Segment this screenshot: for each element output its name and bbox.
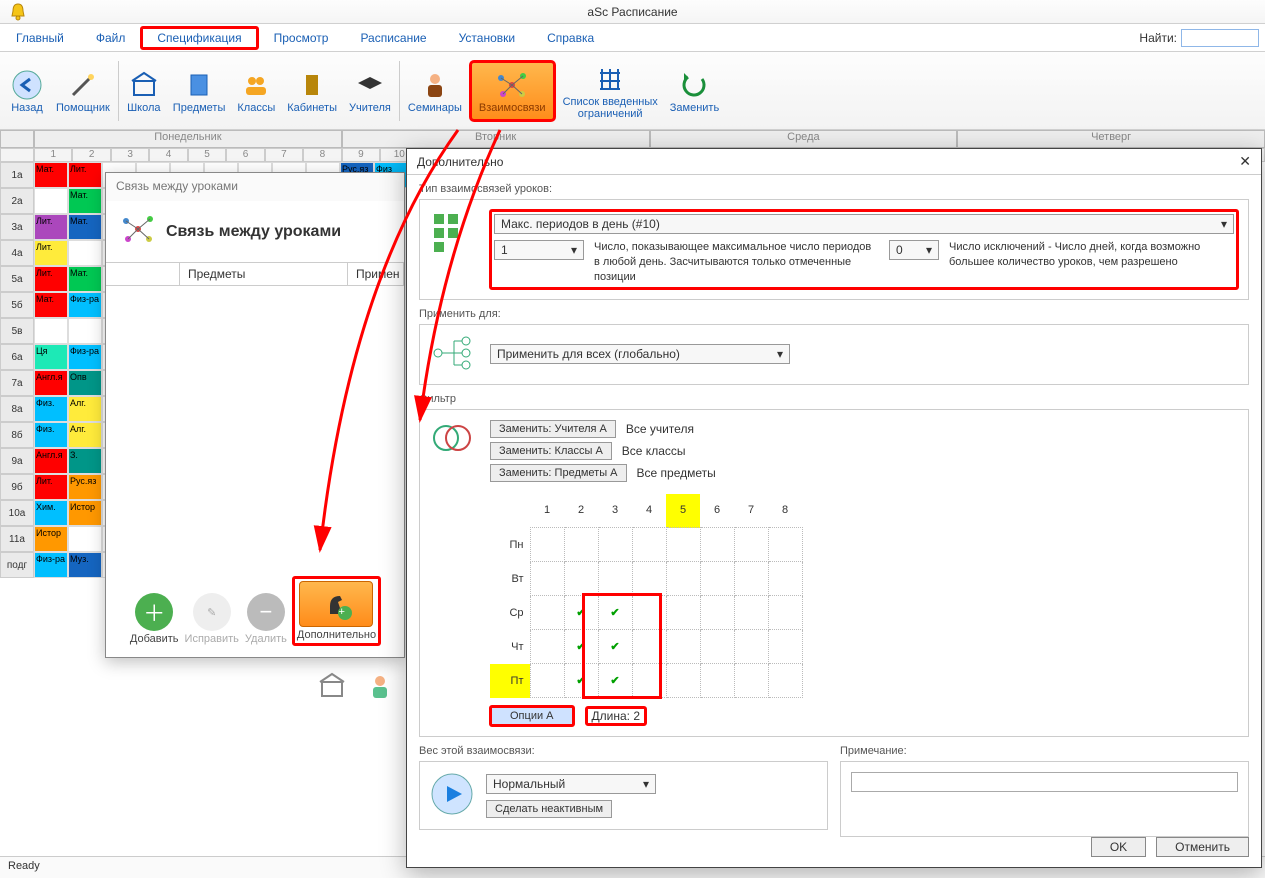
note-label: Примечание: (840, 745, 1249, 757)
find-box: Найти: (1139, 29, 1265, 47)
day-thu: Четверг (957, 130, 1265, 148)
wand-icon (66, 68, 100, 102)
back-icon (10, 68, 44, 102)
menu-main[interactable]: Главный (0, 27, 80, 49)
chevron-down-icon: ▾ (926, 243, 932, 257)
note-input[interactable] (851, 772, 1238, 792)
cancel-button[interactable]: Отменить (1156, 837, 1249, 857)
toolbar-constraints[interactable]: Список введенных ограничений (559, 60, 662, 122)
hat-icon (353, 68, 387, 102)
bell-icon (8, 2, 28, 25)
menu-specification[interactable]: Спецификация (141, 27, 257, 49)
deactivate-button[interactable]: Сделать неактивным (486, 800, 612, 818)
grid-icon (593, 62, 627, 96)
toolbar: Назад Помощник Школа Предметы Классы Каб… (0, 52, 1265, 130)
col-subjects[interactable]: Предметы (180, 263, 348, 285)
toolbar-back[interactable]: Назад (6, 66, 48, 116)
day-mon: Понедельник (34, 130, 342, 148)
toolbar-rooms[interactable]: Кабинеты (283, 66, 341, 116)
advanced-dialog: Дополнительно ✕ Тип взаимосвязей уроков:… (406, 148, 1262, 868)
day-tue: Вторник (342, 130, 650, 148)
close-icon[interactable]: ✕ (1239, 153, 1251, 170)
book-icon (182, 68, 216, 102)
toolbar-assistant[interactable]: Помощник (52, 66, 114, 116)
toolbar-classes[interactable]: Классы (233, 66, 279, 116)
length-label: Длина: (592, 709, 630, 723)
filter-label: Фильтр (419, 393, 1249, 405)
building-icon (127, 68, 161, 102)
menubar: Главный Файл Спецификация Просмотр Распи… (0, 24, 1265, 52)
person-icon[interactable] (366, 672, 394, 703)
play-icon[interactable] (430, 772, 474, 819)
chevron-down-icon: ▾ (571, 243, 577, 257)
relations-window-title: Связь между уроками (106, 173, 404, 201)
titlebar: aSc Расписание (0, 0, 1265, 24)
app-title: aSc Расписание (587, 5, 677, 19)
find-input[interactable] (1181, 29, 1259, 47)
day-header-row: Понедельник Вторник Среда Четверг (0, 130, 1265, 148)
tree-icon (430, 335, 478, 374)
num-dropdown[interactable]: 1▾ (494, 240, 584, 260)
blocks-icon (430, 210, 478, 289)
toolbar-subjects[interactable]: Предметы (169, 66, 230, 116)
fix-button[interactable]: ✎Исправить (185, 593, 239, 645)
replace-classes-button[interactable]: Заменить: Классы A (490, 442, 612, 460)
network-icon (495, 68, 529, 102)
ok-button[interactable]: OK (1091, 837, 1146, 857)
day-wed: Среда (650, 130, 958, 148)
relations-columns: Предметы Примен (106, 262, 404, 286)
type-label: Тип взаимосвязей уроков: (419, 183, 1249, 195)
person-icon (418, 68, 452, 102)
col-apply[interactable]: Примен (348, 263, 404, 285)
menu-help[interactable]: Справка (531, 27, 610, 49)
cycle-icon (677, 68, 711, 102)
add-button[interactable]: ＋Добавить (130, 593, 179, 645)
people-icon (239, 68, 273, 102)
menu-schedule[interactable]: Расписание (344, 27, 442, 49)
find-label: Найти: (1139, 31, 1177, 45)
exclusion-help: Число исключений - Число дней, когда воз… (949, 240, 1234, 270)
chevron-down-icon: ▾ (643, 777, 649, 791)
all-classes-label: Все классы (622, 444, 686, 458)
all-teachers-label: Все учителя (626, 422, 694, 436)
delete-button[interactable]: −Удалить (245, 593, 287, 645)
weight-label: Вес этой взаимосвязи: (419, 745, 828, 757)
length-value: 2 (633, 709, 640, 723)
menu-settings[interactable]: Установки (443, 27, 531, 49)
toolbar-seminars[interactable]: Семинары (404, 66, 466, 116)
replace-teachers-button[interactable]: Заменить: Учителя A (490, 420, 616, 438)
type-fieldset: Макс. периодов в день (#10)▾ 1▾ Число, п… (419, 199, 1249, 300)
options-button[interactable]: Опции A (490, 706, 574, 726)
advanced-button[interactable]: + Дополнительно (293, 577, 380, 645)
menu-view[interactable]: Просмотр (258, 27, 345, 49)
dialog-title: Дополнительно (417, 155, 503, 169)
network-icon (118, 209, 158, 254)
venn-icon (430, 420, 478, 727)
apply-dropdown[interactable]: Применить для всех (глобально)▾ (490, 344, 790, 364)
weight-dropdown[interactable]: Нормальный▾ (486, 774, 656, 794)
relations-title: Связь между уроками (166, 223, 341, 241)
toolbar-school[interactable]: Школа (123, 66, 165, 116)
building-icon[interactable] (318, 672, 346, 703)
toolbar-replace[interactable]: Заменить (666, 66, 723, 116)
all-subjects-label: Все предметы (637, 466, 716, 480)
menu-file[interactable]: Файл (80, 27, 142, 49)
num-help: Число, показывающее максимальное число п… (594, 240, 879, 285)
exclusion-dropdown[interactable]: 0▾ (889, 240, 939, 260)
filter-grid[interactable]: 12345678 Пн Вт Ср✔✔ Чт✔✔ Пт✔✔ (490, 494, 803, 699)
chevron-down-icon: ▾ (777, 347, 783, 361)
toolbar-relations[interactable]: Взаимосвязи (470, 61, 555, 121)
relations-panel: Связь между уроками Связь между уроками … (105, 172, 405, 658)
chevron-down-icon: ▾ (1221, 217, 1227, 231)
type-dropdown[interactable]: Макс. периодов в день (#10)▾ (494, 214, 1234, 234)
toolbar-teachers[interactable]: Учителя (345, 66, 395, 116)
apply-label: Применить для: (419, 308, 1249, 320)
replace-subjects-button[interactable]: Заменить: Предметы A (490, 464, 627, 482)
door-icon (295, 68, 329, 102)
